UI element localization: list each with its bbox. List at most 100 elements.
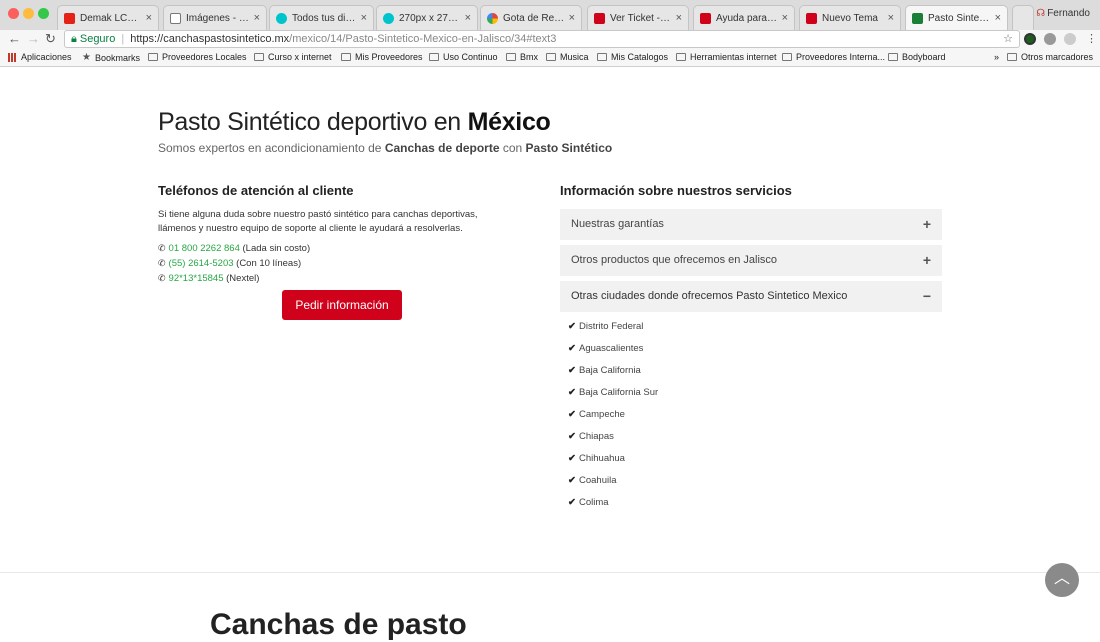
phone-link[interactable]: 01 800 2262 864 (169, 243, 240, 254)
phone-link[interactable]: 92*13*15845 (169, 273, 224, 284)
phone-icon: ✆ (158, 273, 166, 283)
list-item: ✔ Chihuahua (568, 453, 658, 475)
subtitle-bold: Pasto Sintético (525, 141, 613, 155)
city-name: Chiapas (579, 431, 614, 442)
profile-button[interactable]: ☊ Fernando (1036, 8, 1090, 19)
browser-tab-active[interactable]: Pasto Sintetico M × (905, 5, 1008, 30)
subtitle-bold: Canchas de deporte (384, 141, 500, 155)
subtitle-text: Somos expertos en acondicionamiento de (158, 141, 385, 155)
accordion-other-cities[interactable]: Otras ciudades donde ofrecemos Pasto Sin… (560, 281, 942, 312)
title-light: Pasto Sintético deportivo en (158, 108, 468, 136)
phone-note: (Con 10 líneas) (233, 258, 302, 269)
bookmark-folder[interactable]: Musica (546, 52, 589, 62)
browser-tab[interactable]: Gota de Resina - × (480, 5, 582, 30)
extension-icon[interactable] (1024, 33, 1036, 45)
chevron-up-icon: ︿ (1053, 570, 1070, 587)
bookmarks-overflow[interactable]: » (994, 52, 999, 62)
close-icon[interactable]: × (676, 12, 682, 24)
tab-title: Pasto Sintetico M (928, 12, 991, 24)
city-name: Campeche (579, 409, 625, 420)
address-bar[interactable]: 🔒︎ Seguro | https://canchaspastosintetico.m… (64, 30, 1020, 48)
bookmark-folder[interactable]: Curso x internet (254, 52, 332, 62)
close-icon[interactable]: × (888, 12, 894, 24)
list-item: ✔ Colima (568, 497, 658, 519)
bookmark-folder[interactable]: Uso Continuo (429, 52, 498, 62)
accordion-label: Otras ciudades donde ofrecemos Pasto Sin… (571, 290, 848, 302)
phone-link[interactable]: (55) 2614-5203 (169, 258, 234, 269)
extension-icon[interactable] (1044, 33, 1056, 45)
browser-tab[interactable]: Todos tus diseño × (269, 5, 374, 30)
scroll-to-top-button[interactable]: ︿ (1045, 563, 1079, 597)
zoom-window-icon[interactable] (38, 8, 49, 19)
check-icon: ✔ (568, 475, 576, 486)
close-icon[interactable]: × (465, 12, 471, 24)
check-icon: ✔ (568, 453, 576, 464)
reload-icon[interactable]: ↻ (45, 30, 56, 48)
phone-icon: ✆ (158, 243, 166, 253)
minimize-window-icon[interactable] (23, 8, 34, 19)
close-icon[interactable]: × (782, 12, 788, 24)
close-icon[interactable]: × (361, 12, 367, 24)
browser-tab[interactable]: Ver Ticket - webe × (587, 5, 689, 30)
browser-tab[interactable]: Ayuda para el For × (693, 5, 795, 30)
page-icon (170, 12, 181, 24)
back-arrow-icon[interactable]: ← (8, 30, 21, 48)
bookmark-folder[interactable]: Mis Catalogos (597, 52, 668, 62)
bookmark-item[interactable]: ★ Bookmarks (82, 52, 140, 63)
browser-tab[interactable]: Imágenes - Impre × (163, 5, 267, 30)
accordion-other-products[interactable]: Otros productos que ofrecemos en Jalisco… (560, 245, 942, 276)
bookmark-label: Herramientas internet (690, 52, 777, 62)
secure-label: Seguro (79, 33, 116, 45)
bookmark-folder[interactable]: Herramientas internet (676, 52, 777, 62)
folder-icon (341, 53, 351, 61)
new-tab-button[interactable] (1012, 5, 1034, 30)
folder-icon (148, 53, 158, 61)
bookmark-apps[interactable]: Aplicaciones (8, 52, 72, 62)
services-heading: Información sobre nuestros servicios (560, 183, 792, 198)
bookmark-folder[interactable]: Proveedores Locales (148, 52, 247, 62)
phone-item: ✆ 01 800 2262 864 (Lada sin costo) (158, 241, 310, 256)
section-divider (0, 572, 1100, 573)
folder-icon (254, 53, 264, 61)
city-name: Colima (579, 497, 609, 508)
browser-tab[interactable]: Nuevo Tema × (799, 5, 901, 30)
lock-icon: 🔒︎ (71, 33, 77, 45)
browser-tab[interactable]: Demak LCS Presen × (57, 5, 159, 30)
bookmark-folder[interactable]: Bmx (506, 52, 538, 62)
profile-name: Fernando (1047, 8, 1090, 19)
accordion-guarantees[interactable]: Nuestras garantías + (560, 209, 942, 240)
phone-item: ✆ 92*13*15845 (Nextel) (158, 271, 310, 286)
title-bold: México (467, 108, 551, 136)
close-icon[interactable]: × (254, 12, 260, 24)
plus-icon[interactable]: + (923, 245, 931, 276)
list-item: ✔ Coahuila (568, 475, 658, 497)
folder-icon (429, 53, 439, 61)
star-icon: ★ (82, 52, 91, 63)
bookmark-folder[interactable]: Mis Proveedores (341, 52, 423, 62)
close-window-icon[interactable] (8, 8, 19, 19)
city-name: Aguascalientes (579, 343, 644, 354)
request-info-button[interactable]: Pedir información (282, 290, 402, 320)
close-icon[interactable]: × (569, 12, 575, 24)
menu-icon[interactable]: ⋮ (1086, 30, 1097, 48)
forward-arrow-icon[interactable]: → (27, 30, 40, 48)
folder-icon (676, 53, 686, 61)
folder-icon (506, 53, 516, 61)
apps-grid-icon (8, 52, 17, 62)
other-bookmarks-folder[interactable]: Otros marcadores (1007, 52, 1093, 62)
extension-icon[interactable] (1064, 33, 1076, 45)
folder-icon (1007, 53, 1017, 61)
browser-tab[interactable]: 270px x 270px - × (376, 5, 478, 30)
next-section-title: Canchas de pasto (210, 608, 467, 641)
bookmark-folder[interactable]: Bodyboard (888, 52, 946, 62)
plus-icon[interactable]: + (923, 209, 931, 240)
phone-note: (Lada sin costo) (239, 243, 311, 254)
minus-icon[interactable]: − (923, 281, 931, 312)
bookmark-folder[interactable]: Proveedores Interna... (782, 52, 885, 62)
close-icon[interactable]: × (995, 12, 1001, 24)
url-path: /mexico/14/Pasto-Sintetico-Mexico-en-Jal… (289, 33, 557, 45)
bookmark-label: Bookmarks (94, 52, 140, 63)
close-icon[interactable]: × (146, 12, 152, 24)
bookmark-star-icon[interactable]: ☆ (1003, 31, 1013, 47)
city-name: Chihuahua (579, 453, 625, 464)
